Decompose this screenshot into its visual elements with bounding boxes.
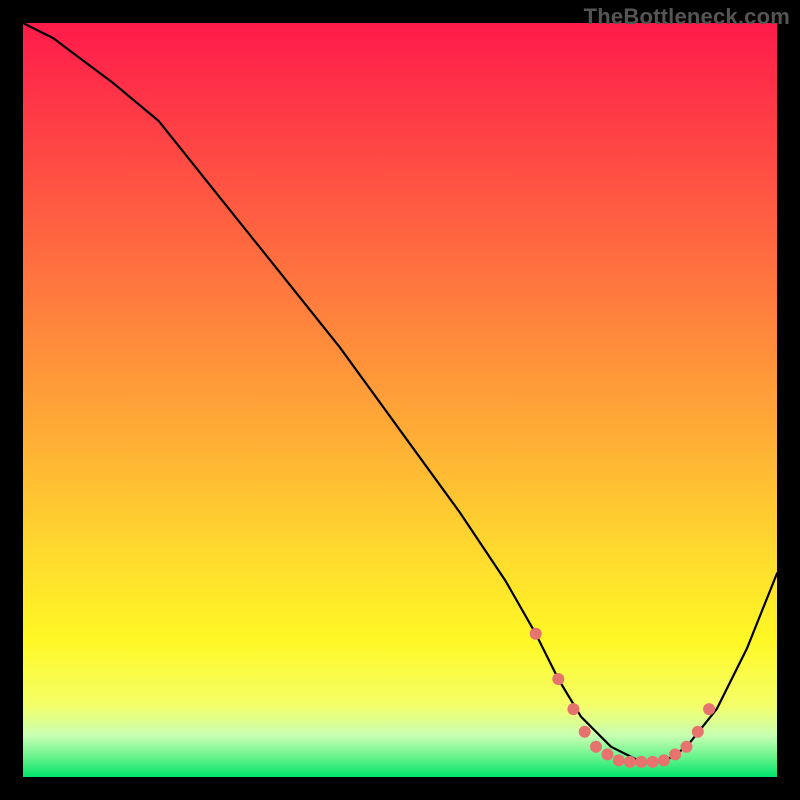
marker-dot xyxy=(579,726,591,738)
marker-dot xyxy=(590,741,602,753)
marker-dot xyxy=(613,754,625,766)
marker-dot xyxy=(692,726,704,738)
marker-dot xyxy=(703,703,715,715)
bottleneck-chart xyxy=(0,0,800,800)
marker-dot xyxy=(658,754,670,766)
marker-dot xyxy=(567,703,579,715)
marker-dot xyxy=(624,756,636,768)
marker-dot xyxy=(647,756,659,768)
marker-dot xyxy=(635,756,647,768)
marker-dot xyxy=(530,628,542,640)
chart-plot-background xyxy=(23,23,777,777)
marker-dot xyxy=(552,673,564,685)
marker-dot xyxy=(669,748,681,760)
chart-container: TheBottleneck.com xyxy=(0,0,800,800)
marker-dot xyxy=(601,748,613,760)
marker-dot xyxy=(681,741,693,753)
watermark-text: TheBottleneck.com xyxy=(584,4,790,30)
